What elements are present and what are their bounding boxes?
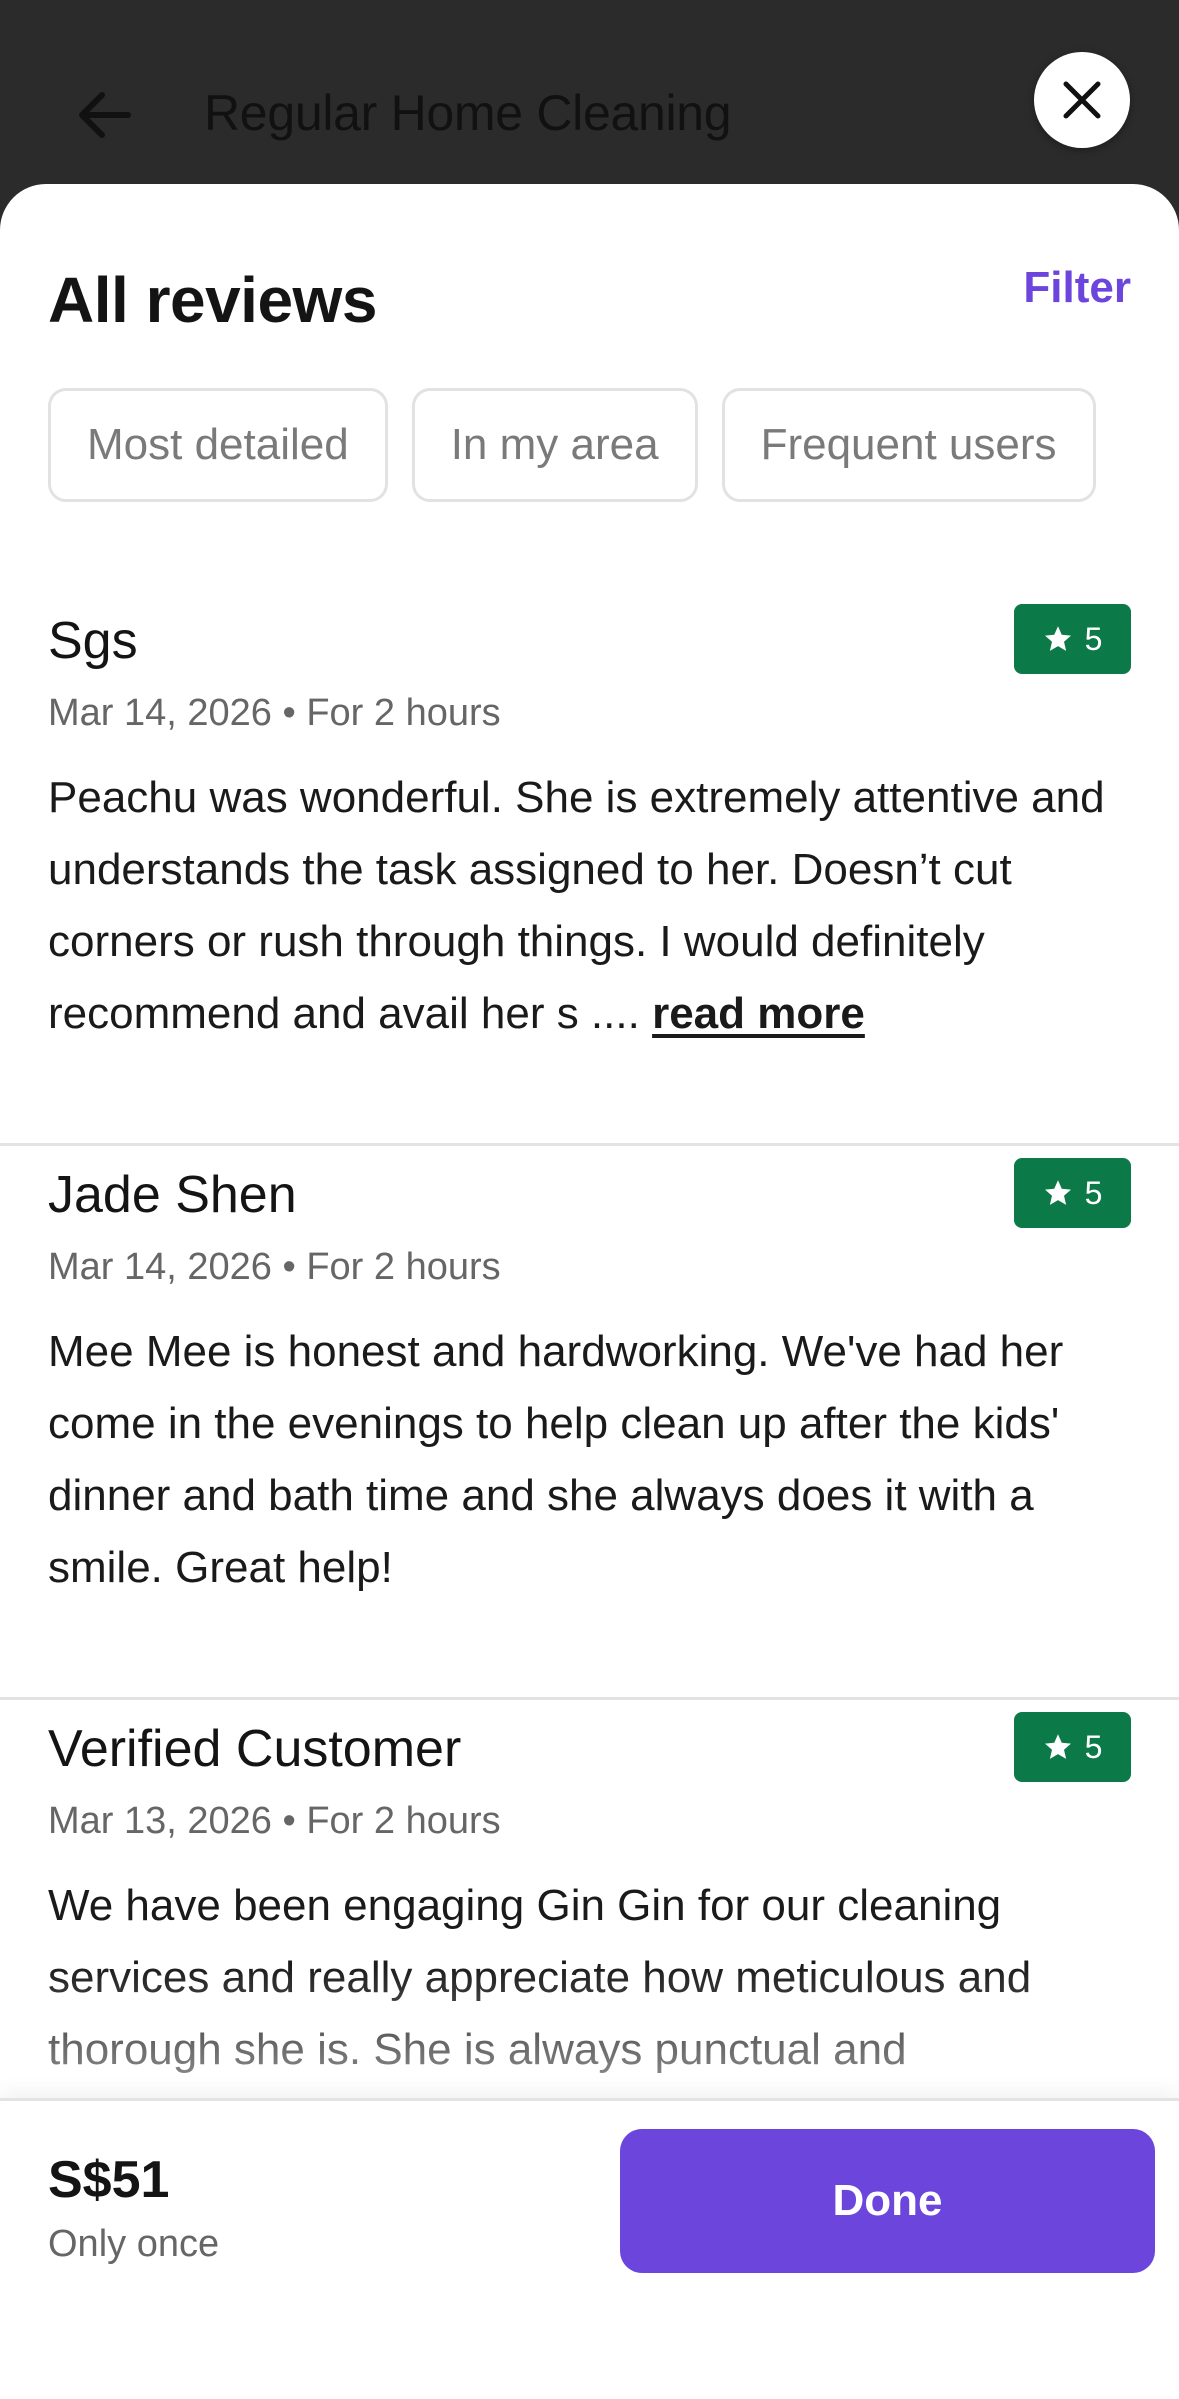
review-item: Sgs Mar 14, 2026 • For 2 hours 5 Peachu … xyxy=(0,592,1179,1146)
star-icon xyxy=(1044,1734,1071,1759)
review-item: Jade Shen Mar 14, 2026 • For 2 hours 5 M… xyxy=(0,1146,1179,1700)
reviewer-name: Sgs xyxy=(48,612,138,670)
chip-most-detailed[interactable]: Most detailed xyxy=(48,388,388,502)
sheet-title: All reviews xyxy=(48,264,377,336)
filter-button[interactable]: Filter xyxy=(1023,258,1131,318)
rating-value: 5 xyxy=(1084,1728,1103,1765)
read-more-link[interactable]: read more xyxy=(652,989,865,1038)
rating-badge: 5 xyxy=(1014,1712,1131,1782)
price: S$51 xyxy=(48,2151,170,2209)
reviews-sheet: All reviews Filter Most detailed In my a… xyxy=(0,184,1179,2396)
review-meta: Mar 14, 2026 • For 2 hours xyxy=(48,1246,501,1288)
rating-value: 5 xyxy=(1084,1174,1103,1211)
close-button[interactable] xyxy=(1034,52,1130,148)
review-meta: Mar 14, 2026 • For 2 hours xyxy=(48,692,501,734)
close-icon xyxy=(1063,81,1101,119)
done-button[interactable]: Done xyxy=(620,2129,1155,2273)
reviewer-name: Jade Shen xyxy=(48,1166,297,1224)
star-icon xyxy=(1044,626,1071,651)
chip-frequent-users[interactable]: Frequent users xyxy=(721,388,1096,502)
rating-badge: 5 xyxy=(1014,1158,1131,1228)
filter-chips: Most detailed In my area Frequent users xyxy=(48,388,1096,502)
arrow-left-icon[interactable] xyxy=(72,82,138,148)
review-text: Peachu was wonderful. She is extremely a… xyxy=(48,762,1138,1050)
review-text: Mee Mee is honest and hardworking. We've… xyxy=(48,1316,1138,1604)
chip-in-my-area[interactable]: In my area xyxy=(411,388,698,502)
top-app-bar: Regular Home Cleaning xyxy=(0,0,1179,200)
reviewer-name: Verified Customer xyxy=(48,1720,462,1778)
star-icon xyxy=(1044,1180,1071,1205)
rating-value: 5 xyxy=(1084,620,1103,657)
review-list: Sgs Mar 14, 2026 • For 2 hours 5 Peachu … xyxy=(0,592,1179,2254)
page-title: Regular Home Cleaning xyxy=(204,85,732,141)
bottom-action-bar: S$51 Only once Done xyxy=(0,2098,1179,2399)
review-body: Mee Mee is honest and hardworking. We've… xyxy=(48,1327,1064,1592)
review-body: We have been engaging Gin Gin for our cl… xyxy=(48,1881,1032,2074)
review-text: We have been engaging Gin Gin for our cl… xyxy=(48,1870,1138,2086)
rating-badge: 5 xyxy=(1014,604,1131,674)
review-meta: Mar 13, 2026 • For 2 hours xyxy=(48,1800,501,1842)
price-frequency: Only once xyxy=(48,2223,220,2265)
review-body: Peachu was wonderful. She is extremely a… xyxy=(48,773,1105,1038)
